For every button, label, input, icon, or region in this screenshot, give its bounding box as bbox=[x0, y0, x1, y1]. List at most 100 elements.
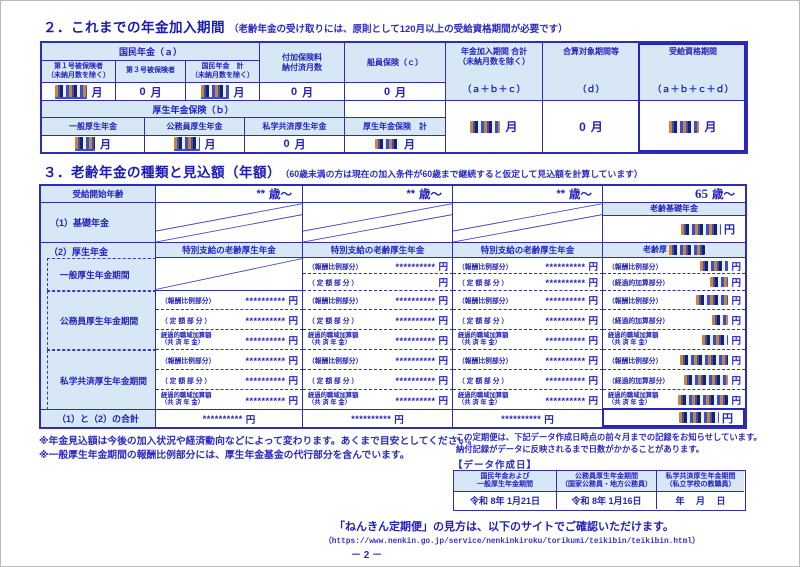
stars: ********** bbox=[545, 278, 585, 288]
unit-yen: 円 bbox=[438, 336, 448, 347]
stars: ********** bbox=[395, 356, 435, 366]
c1-total: **********円 bbox=[156, 410, 303, 427]
unit-yen: 円 bbox=[724, 221, 735, 237]
redacted-value bbox=[681, 224, 721, 235]
part-label: （ 定 額 部 分 ） bbox=[308, 375, 358, 385]
c3-ippan-teigaku: （ 定 額 部 分 ）**********円 bbox=[453, 274, 603, 291]
amount: **********円 bbox=[245, 391, 298, 409]
val-kokumin-kei: 月 bbox=[186, 83, 260, 101]
amount: 円 bbox=[678, 391, 741, 409]
unit-yen: 円 bbox=[731, 356, 741, 367]
part-label: （ 定 額 部 分 ） bbox=[458, 375, 508, 385]
part-label: （報酬比例部分） bbox=[608, 355, 662, 365]
amount: **********円 bbox=[545, 331, 598, 349]
value-zero: 0 bbox=[384, 86, 390, 98]
c3-ippan-houshuu: （報酬比例部分）**********円 bbox=[453, 258, 603, 274]
amount: 円 bbox=[684, 371, 741, 389]
unit-yen: 円 bbox=[731, 336, 741, 347]
stars: ********** bbox=[245, 316, 285, 326]
c4-shigaku-keika: （経過的加算部分） 円 bbox=[603, 370, 745, 390]
kokumin-kei-label: 国民年金 計 bbox=[202, 63, 244, 72]
unit-yen: 円 bbox=[394, 412, 404, 426]
val-ippan: 月 bbox=[42, 136, 145, 152]
redacted-value bbox=[710, 277, 728, 287]
unit-yen: 円 bbox=[722, 410, 733, 426]
unit-yen: 円 bbox=[588, 296, 598, 307]
value-zero: 0 bbox=[139, 86, 145, 98]
col-header-dai1: 第１号被保険者 （未納月数を除く） bbox=[42, 61, 116, 83]
age-stars: ** bbox=[556, 188, 565, 200]
stars: ********** bbox=[501, 414, 541, 424]
unit-yen: 円 bbox=[731, 316, 741, 327]
unit-yen: 円 bbox=[588, 262, 598, 273]
kokumin-nenkin-band: 国民年金（ａ） bbox=[42, 43, 260, 61]
c1-koumuin-shokuiki: 経過的職域加算額（共 済 年 金）**********円 bbox=[156, 330, 303, 350]
footer-url: （https://www.nenkin.go.jp/service/nenkin… bbox=[324, 535, 700, 546]
age-header-1: ** 歳～ bbox=[156, 186, 303, 203]
unit-month: 月 bbox=[404, 136, 415, 152]
amount: **********円 bbox=[545, 371, 598, 389]
rourei-kiso-band: 老齢基礎年金 bbox=[603, 203, 745, 216]
part-label: （ 定 額 部 分 ） bbox=[458, 315, 508, 325]
unit-yen: 円 bbox=[588, 356, 598, 367]
row-label-kiso: （1）基礎年金 bbox=[41, 203, 156, 243]
col-header-koumuin: 公務員厚生年金 bbox=[145, 118, 245, 136]
shokuiki-2: （共 済 年 金） bbox=[308, 340, 358, 347]
c1-shigaku-houshuu: （報酬比例部分）**********円 bbox=[156, 350, 303, 370]
data-date-table: 国民年金および一般厚生年金期間 公務員厚生年金期間（国家公務員・地方公務員） 私… bbox=[453, 470, 746, 511]
amount: **********円 bbox=[395, 311, 448, 329]
c1-shigaku-shokuiki: 経過的職域加算額（共 済 年 金）**********円 bbox=[156, 390, 303, 410]
stars: ********** bbox=[545, 316, 585, 326]
unit-yen: 円 bbox=[588, 376, 598, 387]
total-label: 年金加入期間 合計（未納月数を除く） bbox=[458, 47, 530, 67]
age-suffix: 歳～ bbox=[269, 186, 292, 202]
total-label-2: （未納月数を除く） bbox=[458, 57, 530, 66]
gassan-formula: （ｄ） bbox=[577, 82, 604, 95]
c2-koumuin-houshuu: （報酬比例部分）**********円 bbox=[303, 291, 453, 310]
part-label: （ 定 額 部 分 ） bbox=[308, 277, 358, 287]
right-note-2: 納付記録がデータに反映されるまで日数がかかることがあります。 bbox=[456, 443, 704, 455]
c2-shigaku-teigaku: （ 定 額 部 分 ）**********円 bbox=[303, 370, 453, 390]
amount: **********円 bbox=[245, 371, 298, 389]
unit-yen: 円 bbox=[438, 296, 448, 307]
section3-title: ３．老齢年金の種類と見込額（年額） bbox=[43, 165, 281, 180]
note-1: ※年金見込額は今後の加入状況や経済動向などによって変わります。あくまで目安として… bbox=[39, 433, 477, 447]
col-header-shigaku: 私学共済厚生年金 bbox=[245, 118, 345, 136]
nenkin-teikibin-page: ２．これまでの年金加入期間（老齢年金の受け取りには、原則として120月以上の受給… bbox=[0, 0, 800, 567]
jukyu-formula: （ａ＋ｂ＋ｃ＋ｄ） bbox=[652, 82, 733, 95]
part-label: （報酬比例部分） bbox=[608, 261, 662, 271]
amount: **********円 bbox=[545, 391, 598, 409]
part-label: （ 定 額 部 分 ） bbox=[458, 277, 508, 287]
shokuiki-2: （共 済 年 金） bbox=[458, 340, 508, 347]
col-header-kokumin-kei: 国民年金 計 （未納月数を除く） bbox=[186, 61, 260, 83]
part-label: （経過的加算部分） bbox=[608, 375, 669, 385]
value-zero: 0 bbox=[579, 120, 586, 134]
footer-guide-text: 「ねんきん定期便」の見方は、以下のサイトでご確認いただけます。 bbox=[334, 518, 674, 534]
c4-koumuin-shokuiki: 経過的職域加算額（共 済 年 金） 円 bbox=[603, 330, 745, 350]
fuka-label-2: 納付済月数 bbox=[282, 63, 322, 73]
c4-ippan-keika: （経過的加算部分）円 bbox=[603, 274, 745, 291]
tokubetsu-header-2: 特別支給の老齢厚生年金 bbox=[303, 243, 453, 258]
c2-ippan-houshuu: （報酬比例部分）**********円 bbox=[303, 258, 453, 274]
age-stars: ** bbox=[256, 188, 265, 200]
dai1-label: 第１号被保険者 bbox=[54, 63, 103, 72]
amount: 円 bbox=[702, 331, 741, 349]
date-col1-header: 国民年金および一般厚生年金期間 bbox=[454, 471, 557, 492]
part-label: （経過的加算部分） bbox=[608, 315, 669, 325]
stars: ********** bbox=[245, 296, 285, 306]
unit-month: 月 bbox=[234, 84, 245, 100]
amount: **********円 bbox=[545, 311, 598, 329]
c4-ippan-houshuu: （報酬比例部分） 円 bbox=[603, 258, 745, 274]
stars: ********** bbox=[245, 396, 285, 406]
col-header-ippan: 一般厚生年金 bbox=[42, 118, 145, 136]
stars: ********** bbox=[395, 296, 435, 306]
amount: **********円 bbox=[545, 258, 598, 274]
stars: ********** bbox=[395, 336, 435, 346]
age-header-3: **歳～ bbox=[453, 186, 603, 203]
part-label: 経過的職域加算額（共 済 年 金） bbox=[608, 333, 658, 347]
stars: ********** bbox=[545, 296, 585, 306]
c2-koumuin-teigaku: （ 定 額 部 分 ）**********円 bbox=[303, 310, 453, 330]
amount: 円 bbox=[700, 258, 741, 274]
part-label: （ 定 額 部 分 ） bbox=[161, 315, 211, 325]
unit-yen: 円 bbox=[288, 316, 298, 327]
